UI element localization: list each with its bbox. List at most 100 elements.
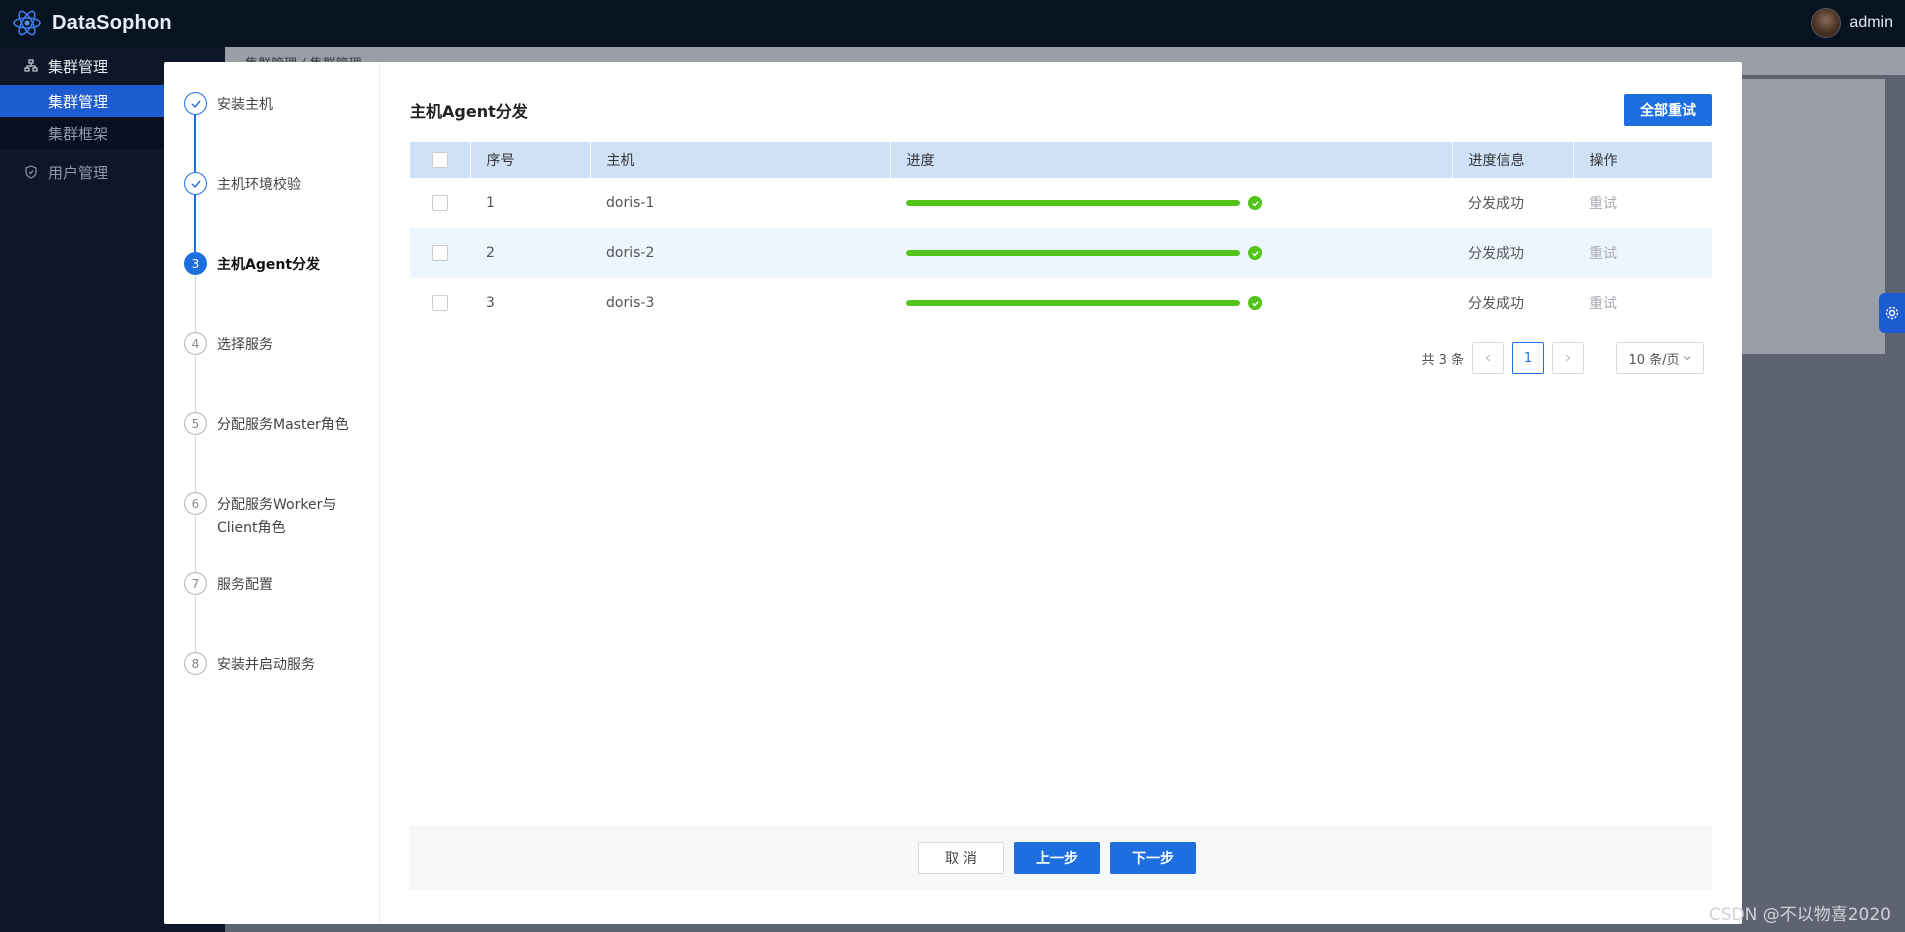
step-number: 6 [184, 492, 207, 515]
select-all-checkbox[interactable] [432, 152, 448, 168]
row-progress-info: 分发成功 [1468, 196, 1524, 212]
settings-float-button[interactable] [1879, 293, 1905, 333]
retry-button[interactable]: 重试 [1589, 196, 1617, 212]
progress-bar [906, 196, 1452, 210]
row-checkbox[interactable] [432, 245, 448, 261]
avatar[interactable] [1811, 8, 1842, 38]
install-wizard-modal: 安装主机 主机环境校验 3 主机Agent分发 4 选择服务 5 分配服务Mas… [164, 62, 1742, 924]
app-name: DataSophon [52, 11, 172, 34]
step-label: 分配服务Worker与Client角色 [217, 497, 337, 536]
atom-logo-icon [13, 10, 41, 36]
row-checkbox[interactable] [432, 295, 448, 311]
column-header-progress: 进度 [890, 142, 1453, 178]
footer-buttons: 取 消 上一步 下一步 [918, 842, 1196, 874]
row-action-cell: 重试 [1573, 178, 1712, 228]
column-header-progress-info: 进度信息 [1452, 142, 1574, 178]
step-number: 5 [184, 412, 207, 435]
progress-track [906, 300, 1240, 306]
cluster-icon [24, 59, 38, 72]
table-row: 2 doris-2 分发成功 重试 [410, 228, 1712, 278]
retry-all-button[interactable]: 全部重试 [1624, 94, 1712, 126]
step-connector [195, 354, 196, 412]
row-progress-cell [890, 278, 1452, 328]
prev-step-button[interactable]: 上一步 [1014, 842, 1100, 874]
progress-track [906, 250, 1240, 256]
sidebar-item-label: 集群框架 [48, 124, 109, 143]
step-connector [194, 194, 196, 252]
wizard-content: 主机Agent分发 全部重试 序号 主机 进度 进度信息 操作 1 doris-… [410, 62, 1712, 924]
row-host: doris-1 [606, 195, 655, 211]
step-label: 选择服务 [217, 337, 273, 353]
success-check-icon [1248, 196, 1262, 210]
watermark: CSDN @不以物喜2020 [1708, 905, 1891, 925]
step-connector [195, 594, 196, 652]
retry-button[interactable]: 重试 [1589, 246, 1617, 262]
step-connector [195, 434, 196, 492]
step-label: 主机Agent分发 [217, 257, 321, 273]
page-size-select[interactable]: 10 条/页 [1616, 342, 1704, 374]
wizard-steps: 安装主机 主机环境校验 3 主机Agent分发 4 选择服务 5 分配服务Mas… [164, 62, 380, 924]
user-menu[interactable]: admin [1811, 8, 1893, 38]
check-icon [184, 172, 207, 195]
progress-bar [906, 246, 1452, 260]
table-header-row: 序号 主机 进度 进度信息 操作 [410, 142, 1712, 178]
success-check-icon [1248, 296, 1262, 310]
retry-button[interactable]: 重试 [1589, 296, 1617, 312]
shield-icon [25, 165, 37, 179]
row-host: doris-2 [606, 245, 655, 261]
row-checkbox[interactable] [432, 195, 448, 211]
row-progress-info: 分发成功 [1468, 296, 1524, 312]
select-all-cell [410, 142, 471, 178]
chevron-left-icon [1485, 354, 1490, 362]
row-action-cell: 重试 [1573, 228, 1712, 278]
prev-page-button[interactable] [1472, 342, 1504, 374]
row-progress-cell [890, 178, 1452, 228]
progress-track [906, 200, 1240, 206]
app-logo[interactable]: DataSophon [12, 8, 172, 38]
step-number: 3 [184, 252, 207, 275]
progress-fill [906, 300, 1240, 306]
chevron-right-icon [1566, 354, 1571, 362]
step-number: 7 [184, 572, 207, 595]
column-header-index: 序号 [470, 142, 591, 178]
row-index: 2 [486, 245, 495, 261]
row-progress-info: 分发成功 [1468, 246, 1524, 262]
page-number-button[interactable]: 1 [1512, 342, 1544, 374]
progress-bar [906, 296, 1452, 310]
pagination: 共 3 条 1 10 条/页 [1421, 342, 1704, 374]
table-row: 3 doris-3 分发成功 重试 [410, 278, 1712, 328]
progress-fill [906, 200, 1240, 206]
sidebar-group-label: 集群管理 [48, 57, 109, 76]
step-label: 分配服务Master角色 [217, 417, 349, 433]
gear-icon [1885, 306, 1899, 320]
row-host: doris-3 [606, 295, 655, 311]
next-step-button[interactable]: 下一步 [1110, 842, 1196, 874]
row-select-cell [410, 178, 470, 228]
cancel-button[interactable]: 取 消 [918, 842, 1004, 874]
check-icon [184, 92, 207, 115]
section-title: 主机Agent分发 [410, 102, 528, 121]
row-index: 3 [486, 295, 495, 311]
success-check-icon [1248, 246, 1262, 260]
column-header-action: 操作 [1589, 153, 1618, 169]
chevron-down-icon [1683, 356, 1690, 361]
pagination-total: 共 3 条 [1421, 352, 1464, 368]
row-select-cell [410, 278, 470, 328]
step-number: 4 [184, 332, 207, 355]
row-progress-cell [890, 228, 1452, 278]
row-select-cell [410, 228, 470, 278]
row-action-cell: 重试 [1573, 278, 1712, 328]
wizard-footer: 取 消 上一步 下一步 [410, 826, 1712, 890]
progress-fill [906, 250, 1240, 256]
step-connector [194, 114, 196, 172]
agent-dispatch-table: 序号 主机 进度 进度信息 操作 1 doris-1 分发成功 重试 2 dor… [410, 142, 1712, 328]
column-header-host: 主机 [590, 142, 891, 178]
user-name[interactable]: admin [1849, 14, 1893, 32]
row-index: 1 [486, 195, 495, 211]
table-row: 1 doris-1 分发成功 重试 [410, 178, 1712, 228]
next-page-button[interactable] [1552, 342, 1584, 374]
step-connector [195, 274, 196, 332]
step-label: 安装并启动服务 [217, 657, 315, 673]
step-label: 主机环境校验 [217, 177, 301, 193]
page-size-value: 10 条/页 [1628, 352, 1680, 368]
